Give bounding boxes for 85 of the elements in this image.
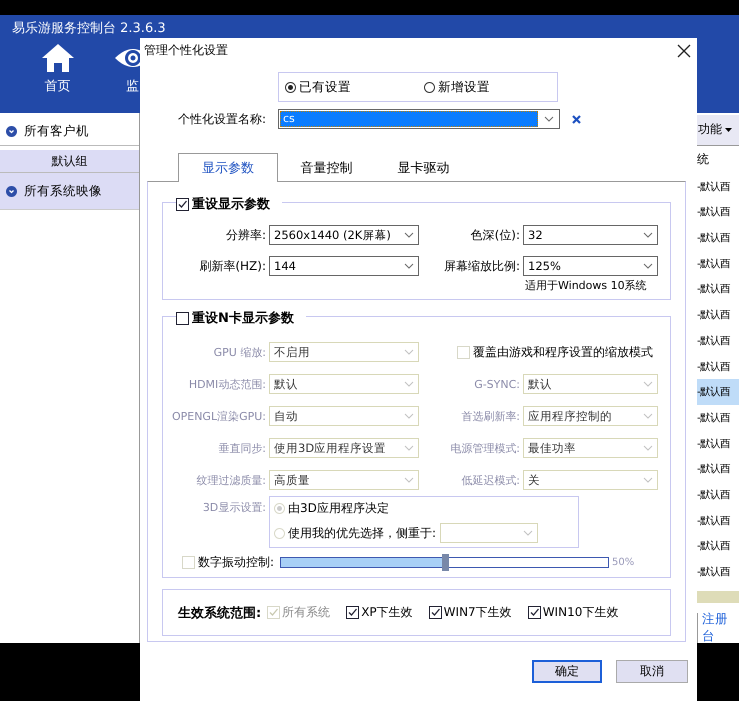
- name-dropdown[interactable]: cs: [278, 109, 560, 129]
- dropdown[interactable]: 144: [269, 256, 419, 276]
- expand-icon: [6, 186, 17, 196]
- dropdown[interactable]: 125%: [523, 256, 658, 276]
- checkbox[interactable]: [176, 198, 189, 210]
- list-row[interactable]: -默认酉: [697, 354, 739, 380]
- field-label: 电源管理模式:: [449, 440, 520, 456]
- tab[interactable]: 音量控制: [278, 155, 375, 181]
- cancel-button[interactable]: 取消: [616, 660, 688, 683]
- sidebar-item[interactable]: 所有系统映像: [0, 173, 139, 210]
- field-label: HDMI动态范围:: [188, 376, 266, 392]
- register-link[interactable]: 注册台: [702, 611, 739, 643]
- note-text: 适用于Windows 10系统: [524, 278, 648, 293]
- chevron-icon: [404, 263, 414, 269]
- chevron-icon: [404, 413, 414, 419]
- chevron-icon: [643, 232, 653, 238]
- chevron-icon: [643, 263, 653, 269]
- field-label: 纹理过滤质量:: [195, 472, 266, 488]
- caret-icon: [725, 128, 732, 132]
- list-row[interactable]: -默认酉: [697, 328, 739, 354]
- scope-checkbox[interactable]: WIN10下生效: [528, 604, 618, 621]
- list-row[interactable]: -默认酉: [697, 482, 739, 508]
- column-header: 统: [697, 151, 709, 168]
- sidebar-item[interactable]: 默认组: [0, 150, 139, 173]
- mode-radio[interactable]: 已有设置: [279, 78, 418, 96]
- field-label: 3D显示设置:: [202, 500, 266, 516]
- chevron-icon: [643, 381, 653, 387]
- slider[interactable]: [280, 557, 610, 568]
- scope-checkbox[interactable]: XP下生效: [346, 604, 413, 621]
- tab[interactable]: 显示参数: [178, 153, 278, 182]
- app-title: 易乐游服务控制台 2.3.6.3: [11, 20, 167, 37]
- list-row[interactable]: -默认酉: [697, 430, 739, 457]
- slider-label: 数字振动控制:: [198, 554, 274, 571]
- chevron-icon: [404, 477, 414, 483]
- field-label: OPENGL渲染GPU:: [170, 408, 266, 424]
- field-label: 刷新率(HZ):: [198, 258, 266, 274]
- list-row[interactable]: -默认酉: [697, 276, 739, 302]
- chevron-icon: [643, 445, 653, 451]
- list-row[interactable]: -默认酉: [697, 534, 739, 560]
- scope-label: 生效系统范围:: [178, 604, 262, 622]
- delete-button[interactable]: [572, 114, 581, 124]
- list-row[interactable]: -默认酉: [697, 250, 739, 277]
- list-row[interactable]: -默认酉: [697, 379, 739, 406]
- field-label: GPU 缩放:: [212, 344, 266, 360]
- dropdown[interactable]: 32: [523, 225, 658, 245]
- chevron-icon: [404, 445, 414, 451]
- close-button[interactable]: [677, 44, 691, 58]
- chevron-icon: [404, 232, 414, 238]
- expand-icon: [6, 126, 17, 137]
- chevron-icon: [404, 349, 414, 355]
- field-label: 垂直同步:: [217, 440, 266, 456]
- field-label: 屏幕缩放比例:: [442, 258, 520, 274]
- home-icon: [40, 43, 74, 73]
- chevron-icon: [404, 381, 414, 387]
- field-label: 首选刷新率:: [460, 408, 520, 424]
- list-row[interactable]: -默认酉: [697, 302, 739, 328]
- list-row[interactable]: -默认酉: [697, 174, 739, 200]
- chevron-icon: [544, 116, 554, 122]
- chevron-icon: [643, 413, 653, 419]
- name-label: 个性化设置名称:: [178, 110, 268, 128]
- dialog-title: 管理个性化设置: [144, 42, 228, 59]
- dropdown[interactable]: 2560x1440 (2K屏幕): [269, 225, 419, 245]
- list-row[interactable]: -默认酉: [697, 508, 739, 534]
- chevron-icon: [643, 477, 653, 483]
- checkbox-label: 覆盖由游戏和程序设置的缩放模式: [473, 344, 653, 360]
- list-row[interactable]: -默认酉: [697, 225, 739, 251]
- status-bar: [697, 591, 739, 603]
- slider-thumb[interactable]: [442, 554, 449, 571]
- field-label: G-SYNC:: [473, 378, 520, 390]
- tab[interactable]: 显卡驱动: [375, 155, 472, 181]
- list-row[interactable]: -默认酉: [697, 200, 739, 226]
- scope-checkbox[interactable]: WIN7下生效: [428, 604, 512, 621]
- mode-radio[interactable]: 新增设置: [418, 78, 557, 96]
- ok-button[interactable]: 确定: [532, 660, 602, 683]
- field-label: 低延迟模式:: [460, 472, 520, 488]
- group-title: 重设N卡显示参数: [192, 310, 294, 327]
- list-row[interactable]: -默认酉: [697, 456, 739, 482]
- chevron-icon: [523, 530, 534, 536]
- nav-button[interactable]: 首页: [30, 43, 85, 95]
- group-title: 重设显示参数: [192, 196, 270, 213]
- slider-value: 50%: [612, 557, 634, 568]
- field-label: 色深(位):: [470, 226, 520, 244]
- field-label: 分辨率:: [224, 226, 266, 244]
- list-row[interactable]: -默认酉: [697, 405, 739, 431]
- list-row[interactable]: -默认酉: [697, 559, 739, 586]
